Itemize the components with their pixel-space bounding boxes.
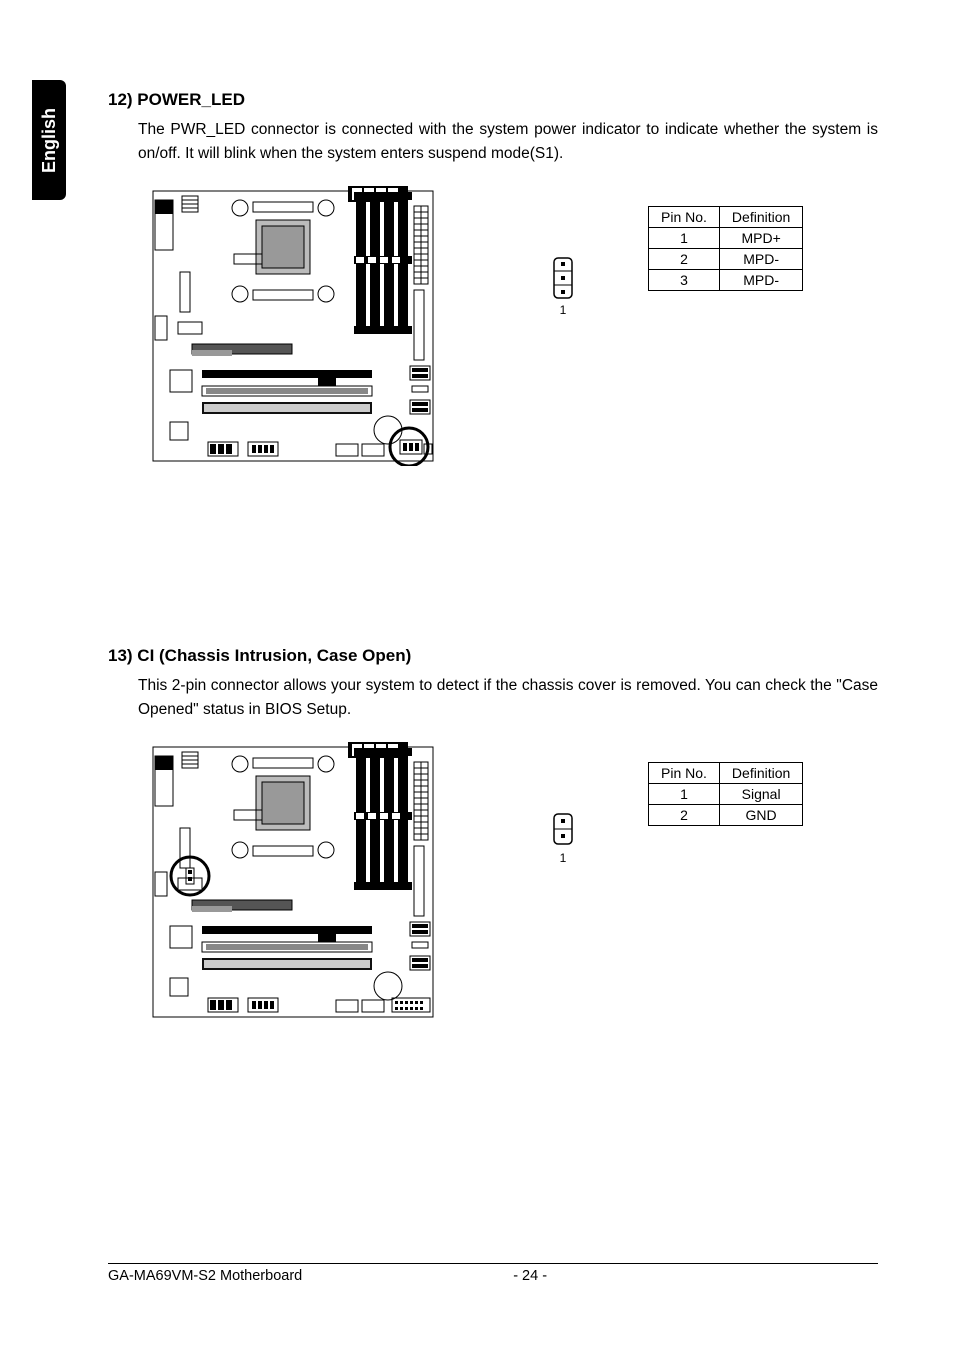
table-row: 2 MPD-	[649, 249, 803, 270]
section13-paragraph: This 2-pin connector allows your system …	[138, 674, 878, 722]
motherboard-diagram-13	[148, 742, 438, 1022]
th-pin: Pin No.	[649, 207, 720, 228]
section13-heading: 13) CI (Chassis Intrusion, Case Open)	[108, 646, 878, 666]
pin-table-12: Pin No. Definition 1 MPD+ 2 MPD- 3 MPD-	[648, 206, 803, 291]
section12-heading: 12) POWER_LED	[108, 90, 878, 110]
table-row: 1 Signal	[649, 784, 803, 805]
language-label: English	[39, 107, 60, 172]
footer-page: - 24 -	[182, 1268, 878, 1284]
section12-paragraph: The PWR_LED connector is connected with …	[138, 118, 878, 166]
language-tab: English	[32, 80, 66, 200]
table-row: 1 MPD+	[649, 228, 803, 249]
connector-pin1-label-13: 1	[560, 851, 567, 865]
page-footer: GA-MA69VM-S2 Motherboard - 24 -	[108, 1263, 878, 1284]
table-row: 2 GND	[649, 805, 803, 826]
section-power-led: 12) POWER_LED The PWR_LED connector is c…	[108, 90, 878, 466]
section-chassis-intrusion: 13) CI (Chassis Intrusion, Case Open) Th…	[108, 646, 878, 1022]
pin-table-13: Pin No. Definition 1 Signal 2 GND	[648, 762, 803, 826]
th-def: Definition	[719, 763, 802, 784]
page-content: 12) POWER_LED The PWR_LED connector is c…	[108, 90, 878, 1202]
th-def: Definition	[719, 207, 802, 228]
connector-diagram-2pin: 1	[508, 812, 618, 865]
th-pin: Pin No.	[649, 763, 720, 784]
table-row: 3 MPD-	[649, 270, 803, 291]
connector-diagram-3pin: 1	[508, 256, 618, 317]
connector-pin1-label-12: 1	[560, 303, 567, 317]
motherboard-diagram-12	[148, 186, 438, 466]
